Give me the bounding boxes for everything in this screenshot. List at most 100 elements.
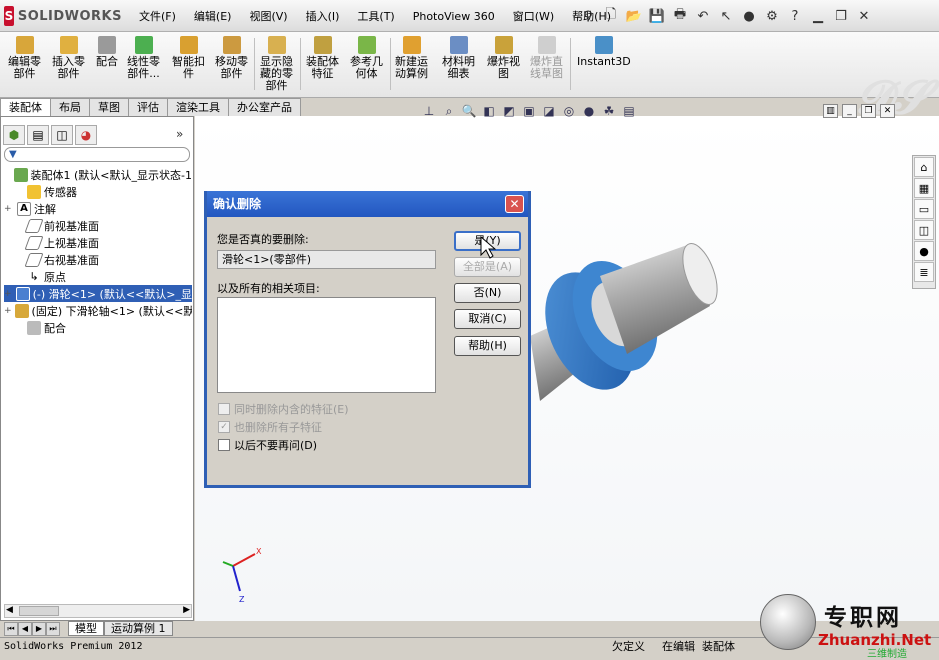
tree-item-sensors[interactable]: 传感器 xyxy=(4,183,192,200)
property-manager-tab-icon[interactable]: ▤ xyxy=(27,125,49,145)
tree-item-right-plane[interactable]: 右视基准面 xyxy=(4,251,192,268)
delete-children-checkbox[interactable]: ✓ 也删除所有子特征 xyxy=(218,419,322,435)
view-orientation-icon[interactable]: ▣ xyxy=(520,103,538,119)
tree-item-annotations[interactable]: + A 注解 xyxy=(4,200,192,217)
undo-icon[interactable]: ↶ xyxy=(693,6,713,26)
appearance-icon[interactable]: ● xyxy=(580,103,598,119)
close-icon[interactable]: ✕ xyxy=(854,6,874,26)
new-file-icon[interactable]: 🗋 xyxy=(601,6,621,26)
help-button[interactable]: 帮助(H) xyxy=(454,336,521,356)
open-file-icon[interactable]: 📂 xyxy=(624,6,644,26)
tab-render-tools[interactable]: 渲染工具 xyxy=(167,98,229,116)
linear-pattern-button[interactable]: 线性零 部件... xyxy=(127,36,160,80)
first-tab-icon[interactable]: ⏮ xyxy=(4,621,18,636)
tree-item-top-plane[interactable]: 上视基准面 xyxy=(4,234,192,251)
menu-file[interactable]: 文件(F) xyxy=(130,8,185,26)
tab-motion-study[interactable]: 运动算例 1 xyxy=(104,621,173,636)
zoom-area-icon[interactable]: 🔍 xyxy=(460,103,478,119)
minimize-icon[interactable]: ▁ xyxy=(808,6,828,26)
motion-study-button[interactable]: 新建运 动算例 xyxy=(395,36,428,80)
design-library-icon[interactable]: ▦ xyxy=(914,178,934,198)
configuration-manager-tab-icon[interactable]: ◫ xyxy=(51,125,73,145)
related-items-list[interactable] xyxy=(217,297,436,393)
mate-button[interactable]: 配合 xyxy=(96,36,118,68)
tree-item-assembly[interactable]: 装配体1 (默认<默认_显示状态-1 xyxy=(4,166,192,183)
scroll-left-icon[interactable]: ◀ xyxy=(6,605,13,615)
explode-line-button[interactable]: 爆炸直 线草图 xyxy=(530,36,563,80)
no-button[interactable]: 否(N) xyxy=(454,283,521,303)
doc-restore-icon[interactable]: ❐ xyxy=(861,104,876,118)
solidworks-logo[interactable]: S SOLIDWORKS xyxy=(4,5,122,27)
view-palette-icon[interactable]: ◫ xyxy=(914,220,934,240)
exploded-view-button[interactable]: 爆炸视 图 xyxy=(487,36,520,80)
doc-close-icon[interactable]: ✕ xyxy=(880,104,895,118)
tree-item-origin[interactable]: ↳ 原点 xyxy=(4,268,192,285)
file-explorer-icon[interactable]: ▭ xyxy=(914,199,934,219)
smart-fastener-button[interactable]: 智能扣 件 xyxy=(172,36,205,80)
scroll-right-icon[interactable]: ▶ xyxy=(183,605,190,615)
custom-properties-icon[interactable]: ≣ xyxy=(914,262,934,282)
bom-button[interactable]: 材料明 细表 xyxy=(442,36,475,80)
mate-icon xyxy=(27,320,41,335)
tab-evaluate[interactable]: 评估 xyxy=(128,98,168,116)
select-icon[interactable]: ↖ xyxy=(716,6,736,26)
pin-icon[interactable]: ⚲ xyxy=(578,6,598,26)
show-hidden-button[interactable]: 显示隐 藏的零 部件 xyxy=(260,36,293,92)
tile-icon[interactable]: ▥ xyxy=(823,104,838,118)
menu-photoview[interactable]: PhotoView 360 xyxy=(404,8,504,26)
restore-icon[interactable]: ❐ xyxy=(831,6,851,26)
next-tab-icon[interactable]: ▶ xyxy=(32,621,46,636)
menu-view[interactable]: 视图(V) xyxy=(240,8,296,26)
scene-icon[interactable]: ☘ xyxy=(600,103,618,119)
prev-tab-icon[interactable]: ◀ xyxy=(18,621,32,636)
tab-sketch[interactable]: 草图 xyxy=(89,98,129,116)
hide-show-icon[interactable]: ◎ xyxy=(560,103,578,119)
tab-assembly[interactable]: 装配体 xyxy=(0,98,51,116)
dont-ask-again-checkbox[interactable]: 以后不要再问(D) xyxy=(218,437,317,453)
menu-window[interactable]: 窗口(W) xyxy=(504,8,563,26)
doc-minimize-icon[interactable]: _ xyxy=(842,104,857,118)
zoom-fit-icon[interactable]: ⌕ xyxy=(440,103,458,119)
menu-bar: 文件(F) 编辑(E) 视图(V) 插入(I) 工具(T) PhotoView … xyxy=(130,8,620,26)
tab-layout[interactable]: 布局 xyxy=(50,98,90,116)
instant3d-button[interactable]: Instant3D xyxy=(577,36,631,68)
tree-item-lower-pulley-shaft[interactable]: + (固定) 下滑轮轴<1> (默认<<默 xyxy=(4,302,192,319)
display-style-icon[interactable]: ◪ xyxy=(540,103,558,119)
save-icon[interactable]: 💾 xyxy=(647,6,667,26)
assembly-icon xyxy=(13,167,28,182)
view-settings-icon[interactable]: ▤ xyxy=(620,103,638,119)
scroll-thumb[interactable] xyxy=(19,606,59,616)
menu-tools[interactable]: 工具(T) xyxy=(348,8,403,26)
tree-item-front-plane[interactable]: 前视基准面 xyxy=(4,217,192,234)
tree-horizontal-scrollbar[interactable]: ◀ ▶ xyxy=(4,604,192,618)
tab-model[interactable]: 模型 xyxy=(68,621,104,636)
tree-filter-input[interactable]: ▼ xyxy=(4,147,190,162)
sw-resources-icon[interactable]: ⌂ xyxy=(914,157,934,177)
previous-view-icon[interactable]: ◧ xyxy=(480,103,498,119)
cancel-button[interactable]: 取消(C) xyxy=(454,309,521,329)
expand-panel-icon[interactable]: » xyxy=(176,127,183,141)
tree-item-mates[interactable]: 配合 xyxy=(4,319,192,336)
traffic-light-icon[interactable]: ● xyxy=(739,6,759,26)
tree-item-pulley[interactable]: + (-) 滑轮<1> (默认<<默认>_显 xyxy=(4,285,192,302)
yes-to-all-button[interactable]: 全部是(A) xyxy=(454,257,521,277)
help-icon[interactable]: ? xyxy=(785,6,805,26)
dialog-close-icon[interactable]: ✕ xyxy=(505,195,524,213)
menu-edit[interactable]: 编辑(E) xyxy=(185,8,241,26)
orientation-icon[interactable]: ⊥ xyxy=(420,103,438,119)
menu-insert[interactable]: 插入(I) xyxy=(297,8,349,26)
edit-component-button[interactable]: 编辑零 部件 xyxy=(8,36,41,80)
options-icon[interactable]: ⚙ xyxy=(762,6,782,26)
display-manager-tab-icon[interactable]: ◕ xyxy=(75,125,97,145)
last-tab-icon[interactable]: ⏭ xyxy=(46,621,60,636)
reference-geometry-button[interactable]: 参考几 何体 xyxy=(350,36,383,80)
feature-manager-tab-icon[interactable]: ⬢ xyxy=(3,125,25,145)
move-component-button[interactable]: 移动零 部件 xyxy=(215,36,248,80)
tab-office-products[interactable]: 办公室产品 xyxy=(228,98,301,116)
appearances-icon[interactable]: ● xyxy=(914,241,934,261)
section-view-icon[interactable]: ◩ xyxy=(500,103,518,119)
print-icon[interactable]: 🖶 xyxy=(670,6,690,26)
delete-features-checkbox[interactable]: 同时删除内含的特征(E) xyxy=(218,401,349,417)
insert-component-button[interactable]: 插入零 部件 xyxy=(52,36,85,80)
assembly-feature-button[interactable]: 装配体 特征 xyxy=(306,36,339,80)
